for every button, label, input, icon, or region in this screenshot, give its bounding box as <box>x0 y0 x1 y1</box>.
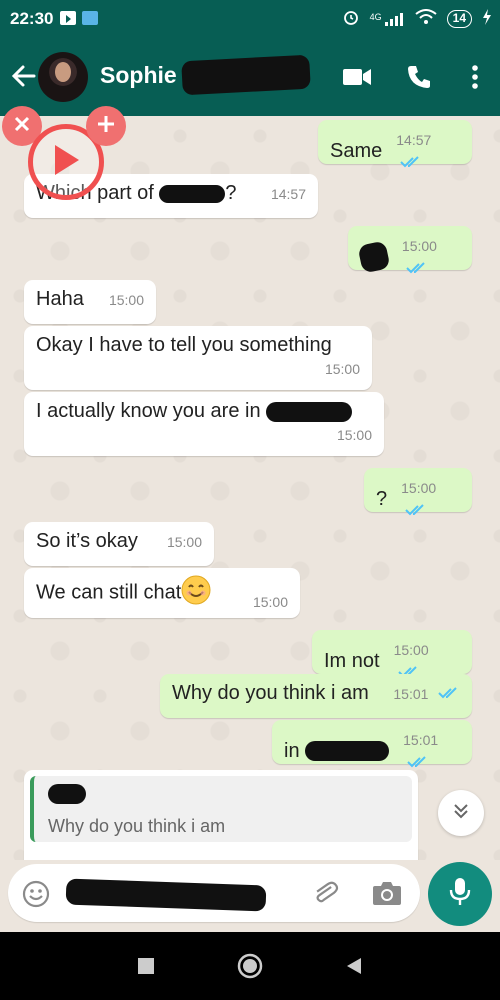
plus-icon <box>96 114 116 139</box>
message-text: We can still chat <box>36 581 182 604</box>
mic-icon <box>448 877 472 912</box>
redacted-text <box>305 741 390 762</box>
double-chevron-down-icon <box>451 801 471 826</box>
message-outgoing[interactable]: ? 15:00 <box>364 468 472 516</box>
app-icon <box>82 11 98 25</box>
more-options-icon[interactable] <box>450 38 500 116</box>
message-text: So it’s okay <box>36 530 138 552</box>
message-time: 15:00 <box>108 291 144 308</box>
battery-level: 14 <box>452 10 466 25</box>
redacted-quote-author <box>48 784 86 804</box>
voice-call-icon[interactable] <box>388 38 450 116</box>
scroll-to-bottom-button[interactable] <box>438 790 484 836</box>
message-incoming[interactable]: Okay I have to tell you something 15:00 <box>24 326 372 390</box>
compose-bar <box>0 860 500 932</box>
read-ticks-icon <box>438 682 460 705</box>
quoted-text: Why do you think i am <box>48 816 226 836</box>
charging-icon <box>482 9 492 28</box>
voice-message-button[interactable] <box>428 862 492 926</box>
message-outgoing[interactable]: in 15:01 <box>272 720 472 768</box>
message-time: 15:00 <box>393 642 429 658</box>
message-text: Im not <box>324 649 380 672</box>
chat-header: Sophie <box>0 38 500 116</box>
contact-name[interactable]: Sophie <box>100 62 177 89</box>
message-time: 15:00 <box>252 594 288 610</box>
message-incoming[interactable]: Haha 15:00 <box>24 280 156 324</box>
close-icon <box>13 115 31 138</box>
message-incoming[interactable]: I actually know you are in 15:00 <box>24 392 384 456</box>
message-text: I actually know you are in <box>36 400 267 422</box>
message-time: 14:57 <box>270 185 306 202</box>
message-text: ? <box>376 487 388 510</box>
status-time: 22:30 <box>10 9 54 28</box>
message-outgoing[interactable]: Im not 15:00 <box>312 630 472 678</box>
message-text: in <box>284 739 306 762</box>
redacted-surname <box>181 54 311 96</box>
network-label: 4G <box>369 11 382 22</box>
back-arrow-icon[interactable] <box>8 60 40 92</box>
youtube-icon <box>60 11 76 25</box>
alarm-icon <box>342 8 360 29</box>
message-incoming[interactable]: So it’s okay 15:00 <box>24 522 214 566</box>
message-outgoing[interactable]: 15:00 <box>348 226 472 274</box>
message-time: 15:01 <box>403 732 439 748</box>
message-text: Okay I have to tell you something <box>36 334 332 356</box>
message-text-end: ? <box>225 182 237 204</box>
redacted-text <box>159 184 226 203</box>
message-time: 15:00 <box>401 480 437 496</box>
play-icon <box>51 143 81 182</box>
smile-emoji-icon <box>181 575 211 611</box>
system-nav-bar <box>0 932 500 1000</box>
home-icon[interactable] <box>234 950 266 982</box>
video-call-icon[interactable] <box>326 38 388 116</box>
status-bar: 22:30 4G 14 <box>0 0 500 38</box>
message-time: 14:57 <box>396 132 432 148</box>
back-icon[interactable] <box>338 950 370 982</box>
message-time: 15:01 <box>393 686 429 702</box>
message-text: Haha <box>36 288 84 310</box>
message-outgoing[interactable]: Why do you think i am 15:01 <box>160 674 472 718</box>
message-time: 15:00 <box>336 427 372 443</box>
quoted-message[interactable]: Why do you think i am <box>30 776 412 842</box>
redacted-text <box>357 240 391 274</box>
read-ticks-icon <box>405 499 427 522</box>
message-outgoing[interactable]: Same 14:57 <box>318 120 472 168</box>
recents-icon[interactable] <box>130 950 162 982</box>
signal-icon: 4G <box>370 12 405 26</box>
message-list[interactable]: Same 14:57 Which part of ? 14:57 15:00 H… <box>0 116 500 860</box>
message-text: Why do you think i am <box>172 682 369 705</box>
emoji-icon[interactable] <box>22 880 50 913</box>
reply-message[interactable]: Why do you think i am <box>24 770 418 860</box>
message-time: 15:00 <box>401 238 437 254</box>
message-input[interactable] <box>8 864 420 922</box>
camera-icon[interactable] <box>372 880 402 911</box>
read-ticks-icon <box>400 151 422 174</box>
battery-icon: 14 <box>446 9 472 28</box>
message-text: Same <box>330 139 383 162</box>
message-time: 15:00 <box>324 361 360 377</box>
avatar[interactable] <box>38 52 88 102</box>
redacted-draft-text <box>65 878 267 912</box>
message-incoming[interactable]: We can still chat 15:00 <box>24 568 300 618</box>
attach-icon[interactable] <box>310 878 340 913</box>
read-ticks-icon <box>406 257 428 280</box>
redacted-text <box>266 401 353 422</box>
overlay-add-button[interactable] <box>86 106 126 146</box>
wifi-icon <box>415 9 437 28</box>
message-time: 15:00 <box>166 533 202 550</box>
